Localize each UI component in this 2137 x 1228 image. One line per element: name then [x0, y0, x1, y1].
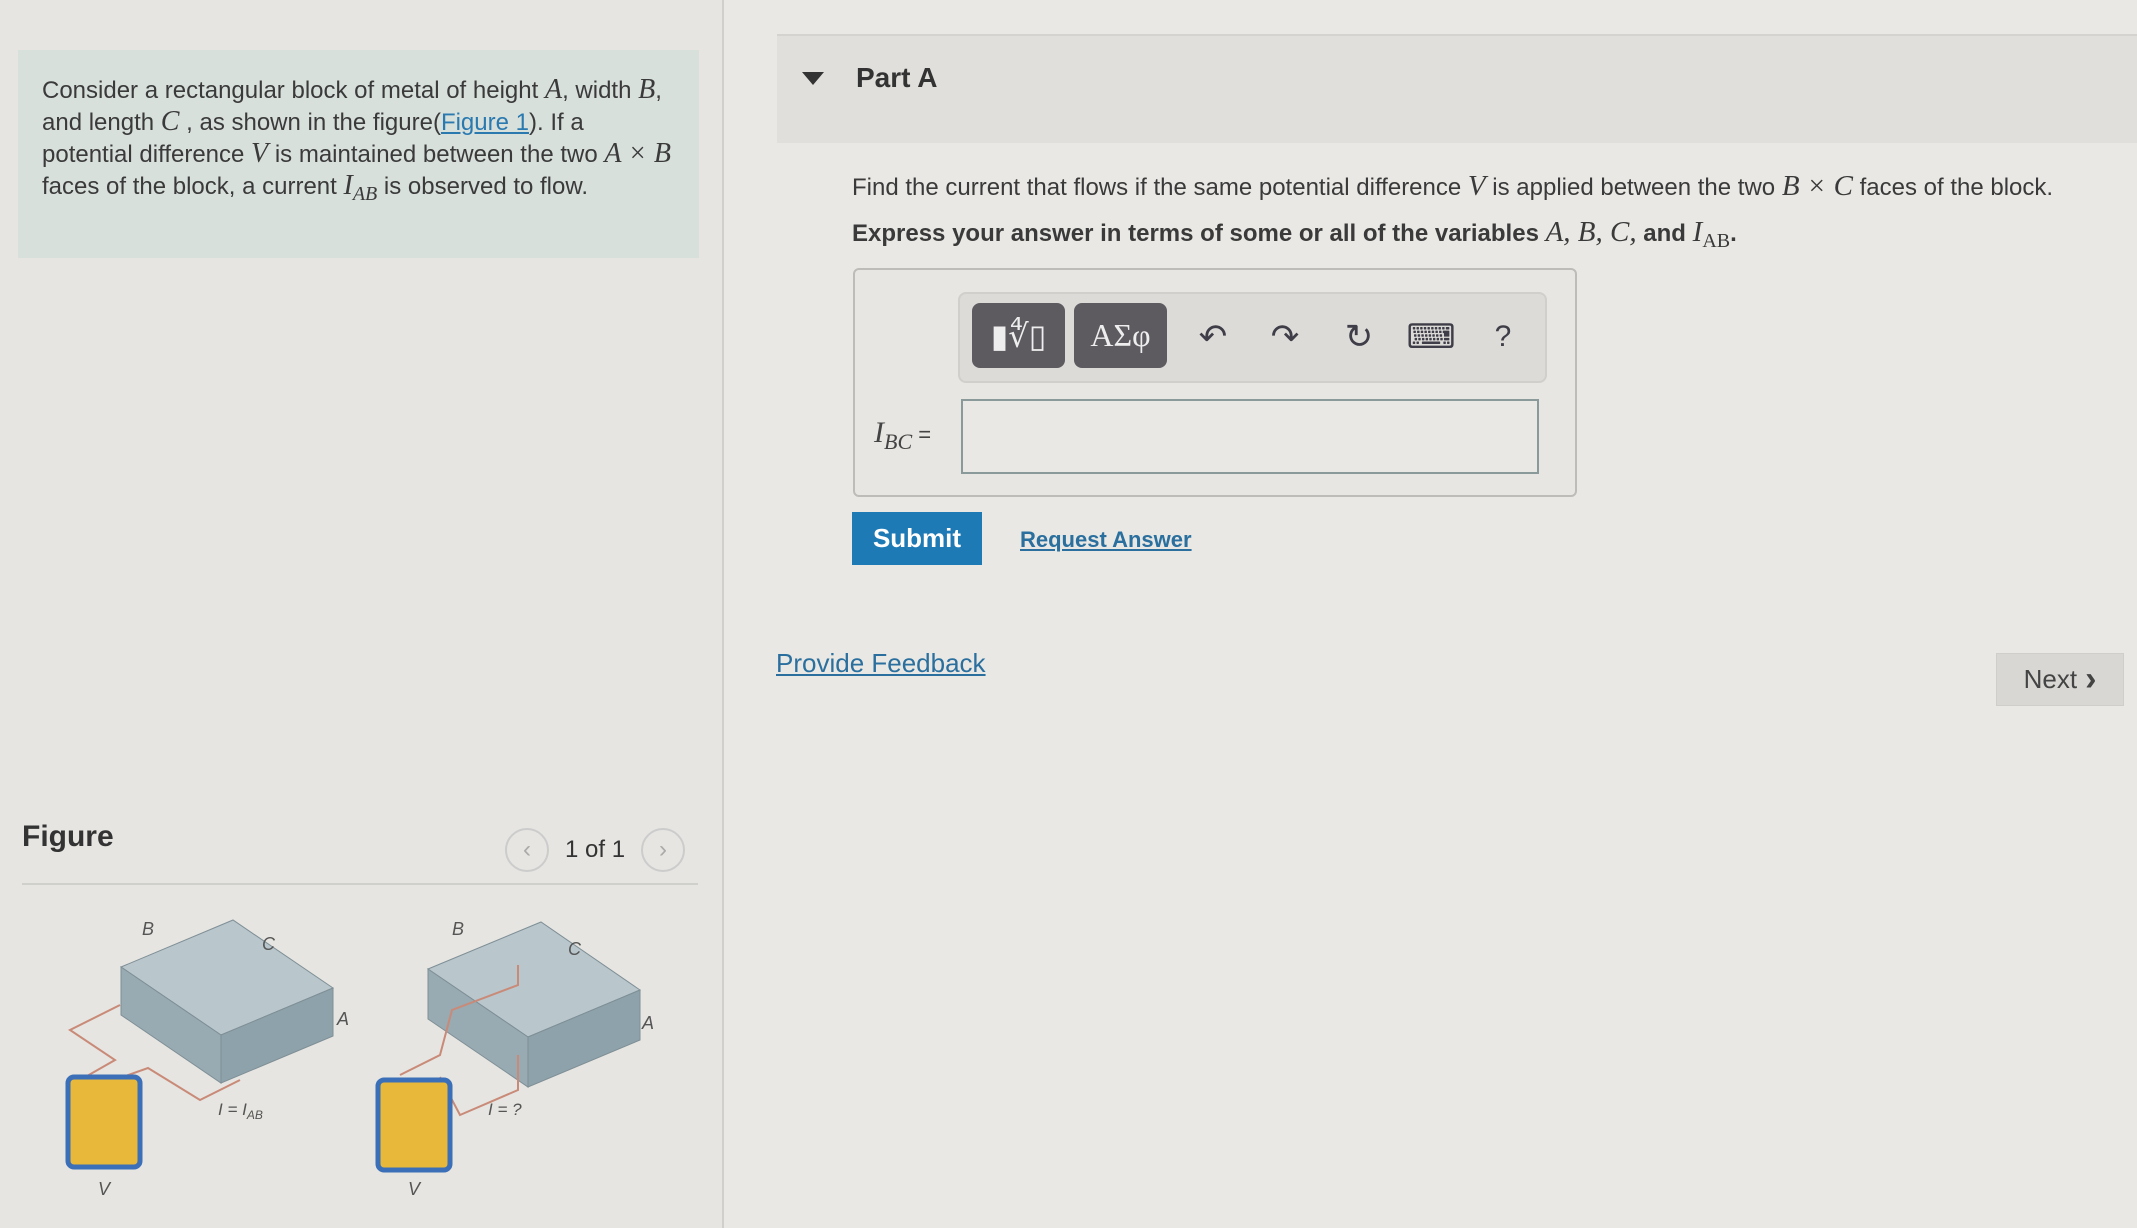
text: is observed to flow. [377, 173, 589, 200]
answer-label: IBC = [874, 416, 931, 455]
undo-icon[interactable]: ↶ [1191, 315, 1235, 359]
current-sub: AB [246, 1108, 263, 1122]
label-b: B [142, 919, 154, 939]
text: faces of the block, a current [42, 173, 344, 200]
figure-image: B C A V I = IAB B C A V I = ? [65, 919, 654, 1199]
label-b: B [452, 919, 464, 939]
text: faces of the block. [1852, 174, 2054, 201]
keyboard-icon[interactable]: ⌨ [1406, 315, 1455, 359]
text: Express your answer in terms of some or … [852, 220, 1546, 247]
var: B [638, 74, 656, 105]
var: B × C [1781, 170, 1853, 202]
label-var: I [874, 416, 884, 449]
var-sub: AB [1702, 229, 1731, 252]
redo-icon[interactable]: ↷ [1263, 315, 1307, 359]
label-c: C [568, 939, 582, 959]
figure-title: Figure [22, 820, 114, 853]
block-ab: B C A V I = IAB [65, 919, 349, 1199]
submit-button[interactable]: Submit [852, 512, 982, 565]
provide-feedback-link[interactable]: Provide Feedback [776, 648, 986, 679]
var: I [343, 170, 353, 201]
question-text: Find the current that flows if the same … [852, 170, 2053, 203]
var: V [1467, 170, 1486, 202]
text: is applied between the two [1485, 174, 1782, 201]
current-text: I = I [218, 1100, 247, 1119]
var: A × B [604, 138, 671, 169]
label-a: A [641, 1013, 654, 1033]
text: and [1636, 220, 1693, 247]
unknown-current-label: I = ? [488, 1100, 522, 1119]
text: Find the current that flows if the same … [852, 174, 1468, 201]
vars: A, B, C, [1545, 216, 1637, 248]
page-indicator: 1 of 1 [565, 836, 626, 863]
var: A [544, 74, 563, 105]
templates-button[interactable]: ▮∜▯ [972, 303, 1065, 368]
figure-pager: ‹ 1 of 1 › [505, 828, 686, 872]
text: , width [562, 77, 639, 104]
label-v: V [98, 1179, 112, 1199]
text: Consider a rectangular block of metal of… [42, 77, 545, 104]
reset-icon[interactable]: ↻ [1337, 315, 1381, 359]
help-icon[interactable]: ? [1481, 315, 1525, 359]
var-sub: AB [352, 182, 378, 205]
prev-figure-button[interactable]: ‹ [505, 828, 549, 872]
next-figure-button[interactable]: › [641, 828, 686, 872]
label-a: A [336, 1009, 349, 1029]
figure-link[interactable]: Figure 1 [441, 109, 529, 136]
problem-statement: Consider a rectangular block of metal of… [18, 50, 699, 258]
current-label: I = IAB [218, 1100, 263, 1122]
chevron-right-icon: › [2085, 660, 2097, 698]
block-bc: B C A V I = ? [375, 919, 654, 1199]
greek-symbols-button[interactable]: ΑΣφ [1074, 303, 1167, 368]
label-c: C [262, 934, 276, 954]
collapse-triangle-icon[interactable] [802, 72, 824, 85]
part-header[interactable] [777, 34, 2137, 143]
text: , as shown in the figure( [179, 109, 441, 136]
next-label: Next [2023, 664, 2078, 694]
request-answer-link[interactable]: Request Answer [1020, 527, 1192, 553]
text: is maintained between the two [268, 141, 605, 168]
answer-instructions: Express your answer in terms of some or … [852, 216, 1737, 253]
part-title: Part A [856, 62, 938, 93]
answer-input[interactable] [961, 399, 1539, 474]
next-button[interactable]: Next › [1996, 653, 2124, 706]
label-sub: BC [884, 429, 913, 454]
var: V [251, 138, 269, 169]
text: . [1730, 220, 1737, 247]
var: C [160, 106, 180, 137]
label-v: V [408, 1179, 422, 1199]
divider [22, 883, 698, 885]
var: I [1692, 216, 1703, 248]
equals: = [912, 422, 932, 447]
